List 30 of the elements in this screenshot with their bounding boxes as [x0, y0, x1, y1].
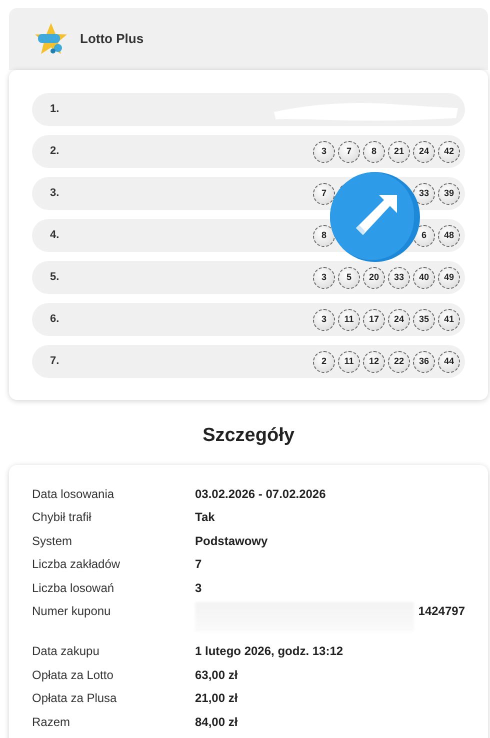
detail-value: 63,00 zł [195, 666, 238, 684]
detail-value: 3 [195, 580, 202, 596]
detail-label: Data zakupu [32, 643, 100, 660]
app-title: Lotto Plus [80, 30, 144, 48]
bet-number: 2. [50, 144, 60, 160]
bet-number: 5. [50, 270, 60, 286]
detail-value: Tak [195, 509, 215, 526]
detail-value: 21,00 zł [195, 690, 238, 707]
detail-value: 7 [195, 556, 202, 573]
detail-label: Liczba zakładów [32, 556, 122, 573]
detail-label: Numer kuponu [32, 603, 112, 620]
star-logo-icon [34, 22, 68, 56]
detail-label: Razem [32, 714, 72, 730]
detail-label: Chybił trafił [32, 509, 92, 526]
detail-label: Opłata za Plusa [32, 690, 118, 707]
bet-number: 3. [50, 186, 60, 202]
bet-number: 4. [50, 228, 60, 244]
detail-label: Liczba losowań [32, 580, 116, 596]
detail-label: System [32, 532, 74, 550]
bet-number: 1. [50, 102, 60, 118]
section-heading: Szczegóły [202, 424, 296, 448]
detail-value: Podstawowy [195, 532, 268, 550]
detail-label: Data losowania [32, 486, 116, 502]
detail-value: 1424797 [418, 603, 465, 620]
detail-value: 84,00 zł [195, 714, 238, 730]
bet-number: 6. [50, 312, 60, 328]
bet-number: 7. [50, 354, 60, 370]
detail-value: 03.02.2026 - 07.02.2026 [195, 486, 326, 502]
detail-label: Opłata za Lotto [32, 666, 114, 684]
detail-value: 1 lutego 2026, godz. 13:12 [195, 643, 344, 660]
